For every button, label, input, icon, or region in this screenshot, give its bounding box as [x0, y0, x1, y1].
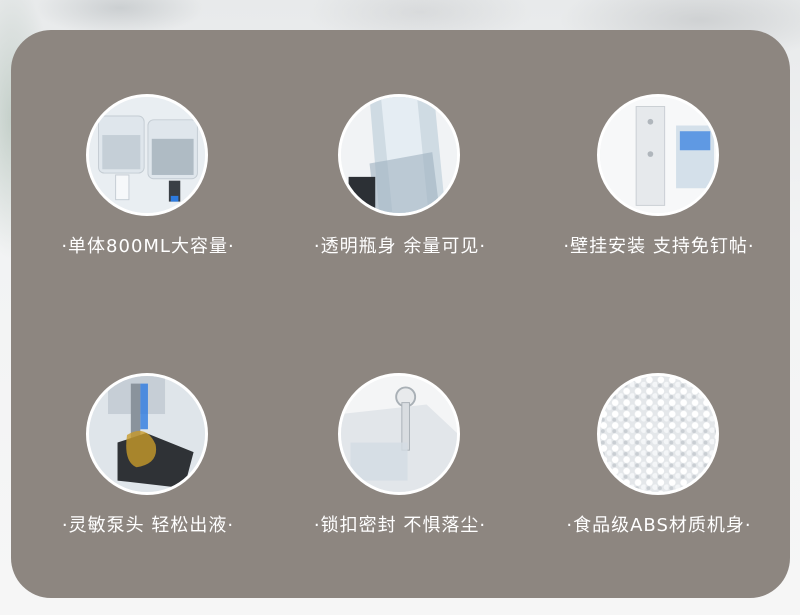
feature-label: ·灵敏泵头 轻松出液·	[61, 515, 235, 536]
feature-panel: ·单体800ML大容量· ·透明瓶身 余量可见· ·壁挂安装 支持免钉帖· ·灵…	[11, 30, 790, 598]
transparent-bottle-icon	[338, 94, 460, 216]
wall-mount-icon	[597, 94, 719, 216]
feature-label: ·单体800ML大容量·	[61, 236, 235, 257]
feature-label: ·锁扣密封 不惧落尘·	[313, 515, 487, 536]
lock-key-icon	[338, 373, 460, 495]
feature-label: ·壁挂安装 支持免钉帖·	[563, 236, 755, 257]
abs-granules-icon	[597, 373, 719, 495]
pump-head-icon	[86, 373, 208, 495]
dispenser-pair-icon	[86, 94, 208, 216]
feature-label: ·食品级ABS材质机身·	[566, 515, 752, 536]
feature-label: ·透明瓶身 余量可见·	[313, 236, 487, 257]
